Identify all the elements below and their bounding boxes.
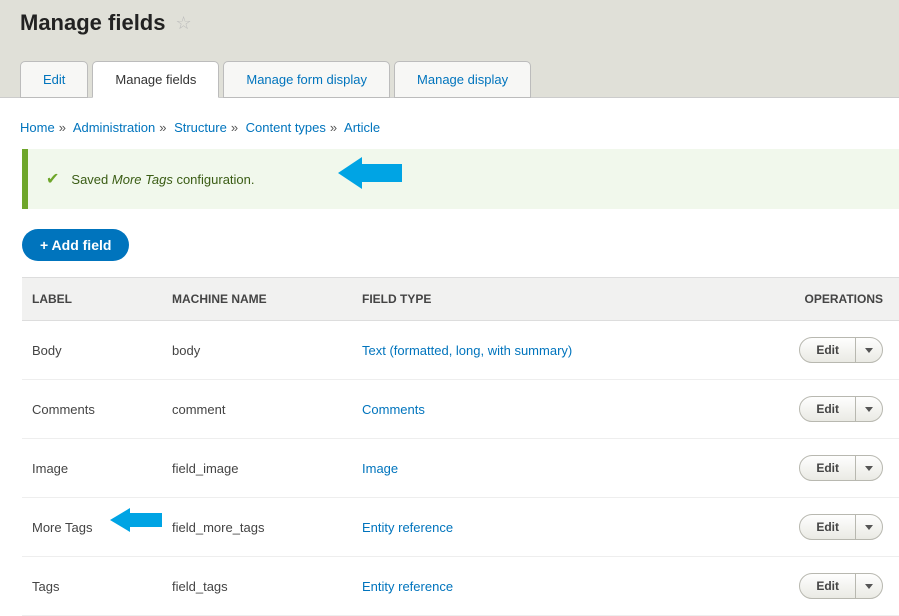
page-title: Manage fields: [20, 10, 165, 36]
tab-manage-form-display[interactable]: Manage form display: [223, 61, 390, 98]
field-machine-name: comment: [162, 380, 352, 439]
operations-dropbutton: Edit: [799, 573, 883, 599]
tab-manage-fields[interactable]: Manage fields: [92, 61, 219, 98]
chevron-down-icon: [865, 525, 873, 530]
col-field-type: Field type: [352, 278, 769, 321]
breadcrumb-home[interactable]: Home: [20, 120, 55, 135]
field-type-link[interactable]: Entity reference: [362, 579, 453, 594]
breadcrumb-article[interactable]: Article: [344, 120, 380, 135]
edit-button[interactable]: Edit: [800, 338, 856, 362]
field-machine-name: field_more_tags: [162, 498, 352, 557]
edit-button[interactable]: Edit: [800, 515, 856, 539]
tab-edit[interactable]: Edit: [20, 61, 88, 98]
dropbutton-toggle[interactable]: [856, 456, 882, 480]
status-message: ✔ Saved More Tags configuration.: [22, 149, 899, 209]
field-type-link[interactable]: Image: [362, 461, 398, 476]
dropbutton-toggle[interactable]: [856, 397, 882, 421]
edit-button[interactable]: Edit: [800, 397, 856, 421]
field-machine-name: field_image: [162, 439, 352, 498]
checkmark-icon: ✔: [46, 169, 59, 189]
dropbutton-toggle[interactable]: [856, 515, 882, 539]
edit-button[interactable]: Edit: [800, 456, 856, 480]
operations-dropbutton: Edit: [799, 337, 883, 363]
operations-dropbutton: Edit: [799, 455, 883, 481]
status-prefix: Saved: [71, 172, 111, 187]
field-label: Body: [22, 321, 162, 380]
chevron-down-icon: [865, 584, 873, 589]
chevron-down-icon: [865, 407, 873, 412]
field-type-link[interactable]: Comments: [362, 402, 425, 417]
field-machine-name: body: [162, 321, 352, 380]
field-label: More Tags: [22, 498, 162, 557]
field-type-link[interactable]: Entity reference: [362, 520, 453, 535]
add-field-button[interactable]: + Add field: [22, 229, 129, 261]
status-emphasis: More Tags: [112, 172, 173, 187]
operations-dropbutton: Edit: [799, 396, 883, 422]
breadcrumb-administration[interactable]: Administration: [73, 120, 155, 135]
table-row: CommentscommentCommentsEdit: [22, 380, 899, 439]
edit-button[interactable]: Edit: [800, 574, 856, 598]
dropbutton-toggle[interactable]: [856, 574, 882, 598]
status-suffix: configuration.: [173, 172, 255, 187]
table-row: Tagsfield_tags Entity reference Edit: [22, 557, 899, 616]
breadcrumb-content-types[interactable]: Content types: [246, 120, 326, 135]
table-row: More Tagsfield_more_tags Entity reference…: [22, 498, 899, 557]
operations-dropbutton: Edit: [799, 514, 883, 540]
chevron-down-icon: [865, 348, 873, 353]
table-row: Imagefield_imageImageEdit: [22, 439, 899, 498]
col-operations: Operations: [769, 278, 899, 321]
field-label: Image: [22, 439, 162, 498]
col-label: Label: [22, 278, 162, 321]
favorite-star-icon[interactable]: ☆: [175, 13, 191, 34]
tab-manage-display[interactable]: Manage display: [394, 61, 531, 98]
chevron-down-icon: [865, 466, 873, 471]
table-row: Bodybody Text (formatted, long, with summ…: [22, 321, 899, 380]
field-machine-name: field_tags: [162, 557, 352, 616]
field-type-link[interactable]: Text (formatted, long, with summary): [362, 343, 572, 358]
fields-table: Label Machine name Field type Operations…: [22, 277, 899, 616]
field-label: Comments: [22, 380, 162, 439]
annotation-arrow-icon: [338, 157, 402, 189]
breadcrumb-structure[interactable]: Structure: [174, 120, 227, 135]
dropbutton-toggle[interactable]: [856, 338, 882, 362]
status-message-text: Saved More Tags configuration.: [71, 172, 254, 187]
primary-tabs: Edit Manage fields Manage form display M…: [20, 61, 879, 98]
breadcrumb: Home» Administration» Structure» Content…: [0, 112, 899, 149]
col-machine-name: Machine name: [162, 278, 352, 321]
annotation-arrow-icon: [110, 508, 162, 532]
field-label: Tags: [22, 557, 162, 616]
